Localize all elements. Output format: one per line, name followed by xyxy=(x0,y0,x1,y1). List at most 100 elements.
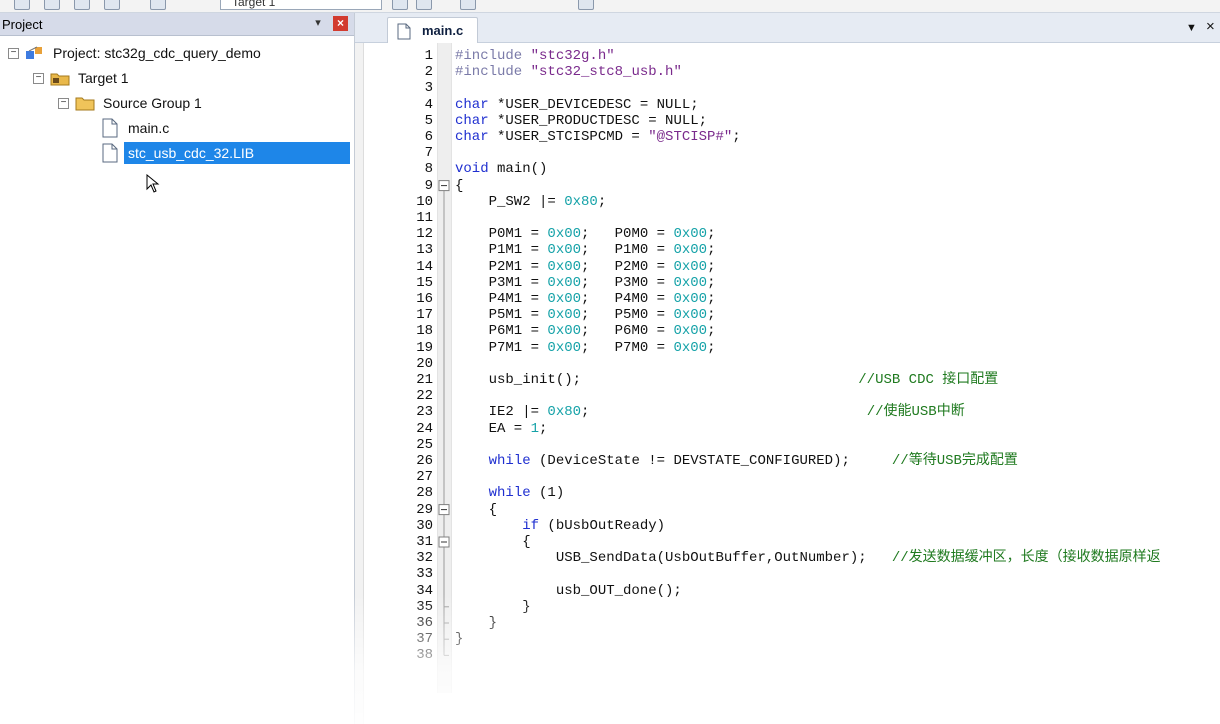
toolbar-button-extra[interactable] xyxy=(578,0,594,10)
tab-main-c[interactable]: main.c xyxy=(387,17,478,43)
tree-item-target[interactable]: − Target 1 xyxy=(0,67,354,89)
code-line[interactable]: 32 USB_SendData(UsbOutBuffer,OutNumber);… xyxy=(363,550,1220,566)
code-line[interactable]: 14 P2M1 = 0x00; P2M0 = 0x00; xyxy=(363,259,1220,275)
toolbar-button-load[interactable] xyxy=(460,0,476,10)
code-line[interactable]: 31 { xyxy=(363,534,1220,550)
code-token: ; xyxy=(707,242,716,259)
code-line[interactable]: 1 #include "stc32g.h" xyxy=(363,48,1220,64)
code-token: ; P3M0 = xyxy=(581,274,674,291)
code-line[interactable]: 9{ xyxy=(363,178,1220,194)
code-line[interactable]: 6 char *USER_STCISPCMD = "@STCISP#"; xyxy=(363,129,1220,145)
code-line[interactable]: 34 usb_OUT_done(); xyxy=(363,583,1220,599)
code-token: main() xyxy=(488,161,548,178)
code-token: ; xyxy=(707,274,716,291)
code-line[interactable]: 38 xyxy=(363,647,1220,663)
code-token: ; xyxy=(707,307,716,324)
line-number: 12 xyxy=(416,226,433,243)
line-number: 14 xyxy=(416,258,433,275)
code-text: } xyxy=(455,599,530,615)
line-number: 37 xyxy=(416,631,433,648)
toolbar-button-save[interactable] xyxy=(74,0,90,10)
collapse-toggle-icon[interactable]: − xyxy=(33,73,44,84)
code-line[interactable]: 13 P1M1 = 0x00; P1M0 = 0x00; xyxy=(363,242,1220,258)
tree-item-source-group[interactable]: − Source Group 1 xyxy=(0,92,354,114)
target-folder-icon xyxy=(50,73,70,86)
close-icon[interactable]: × xyxy=(333,16,348,31)
code-line[interactable]: 29 { xyxy=(363,502,1220,518)
code-line[interactable]: 15 P3M1 = 0x00; P3M0 = 0x00; xyxy=(363,275,1220,291)
code-line[interactable]: 5 char *USER_PRODUCTDESC = NULL; xyxy=(363,113,1220,129)
code-line[interactable]: 21 usb_init(); //USB CDC 接口配置 xyxy=(363,372,1220,388)
code-text: USB_SendData(UsbOutBuffer,OutNumber); //… xyxy=(455,550,1161,566)
code-line[interactable]: 11 xyxy=(363,210,1220,226)
code-line[interactable]: 24 EA = 1; xyxy=(363,421,1220,437)
code-line[interactable]: 25 xyxy=(363,437,1220,453)
code-line[interactable]: 10 P_SW2 |= 0x80; xyxy=(363,194,1220,210)
dropdown-icon[interactable]: ▼ xyxy=(1186,22,1197,34)
code-line[interactable]: 18 P6M1 = 0x00; P6M0 = 0x00; xyxy=(363,323,1220,339)
code-line[interactable]: 2 #include "stc32_stc8_usb.h" xyxy=(363,64,1220,80)
code-line[interactable]: 33 xyxy=(363,566,1220,582)
code-token: (1) xyxy=(530,485,565,502)
code-line[interactable]: 27 xyxy=(363,469,1220,485)
code-token: "stc32_stc8_usb.h" xyxy=(530,64,682,81)
code-token: 0x00 xyxy=(547,258,582,275)
code-text: while (DeviceState != DEVSTATE_CONFIGURE… xyxy=(455,453,1018,469)
code-token: char xyxy=(455,96,489,113)
code-line[interactable]: 3 xyxy=(363,80,1220,96)
code-line[interactable]: 19 P7M1 = 0x00; P7M0 = 0x00; xyxy=(363,340,1220,356)
code-line[interactable]: 22 xyxy=(363,388,1220,404)
code-line[interactable]: 37} xyxy=(363,631,1220,647)
toolbar-button-options[interactable] xyxy=(392,0,408,10)
toolbar-button-debug[interactable] xyxy=(150,0,166,10)
collapse-toggle-icon[interactable]: − xyxy=(58,98,69,109)
line-number: 30 xyxy=(416,517,433,534)
close-icon[interactable]: × xyxy=(1206,18,1215,35)
code-line[interactable]: 30 if (bUsbOutReady) xyxy=(363,518,1220,534)
line-number: 13 xyxy=(416,242,433,259)
code-line[interactable]: 26 while (DeviceState != DEVSTATE_CONFIG… xyxy=(363,453,1220,469)
line-number: 26 xyxy=(416,453,433,469)
code-token: *USER_PRODUCTDESC = NULL; xyxy=(488,112,708,129)
line-number: 2 xyxy=(424,64,433,81)
code-token: #include xyxy=(455,48,531,64)
code-line[interactable]: 20 xyxy=(363,356,1220,372)
code-token: { xyxy=(455,177,464,194)
code-line[interactable]: 12 P0M1 = 0x00; P0M0 = 0x00; xyxy=(363,226,1220,242)
tree-item-project[interactable]: − Project: stc32g_cdc_query_demo xyxy=(0,42,354,64)
code-line[interactable]: 17 P5M1 = 0x00; P5M0 = 0x00; xyxy=(363,307,1220,323)
code-token: *USER_DEVICEDESC = NULL; xyxy=(488,96,699,113)
collapse-toggle-icon[interactable]: − xyxy=(8,48,19,59)
code-token: ; xyxy=(732,129,741,145)
code-line[interactable]: 35 } xyxy=(363,599,1220,615)
toolbar-button-manage[interactable] xyxy=(416,0,432,10)
code-token: P5M1 = xyxy=(455,307,548,324)
code-line[interactable]: 23 IE2 |= 0x80; //使能USB中断 xyxy=(363,404,1220,420)
toolbar-button-build[interactable] xyxy=(104,0,120,10)
pin-icon[interactable]: ▾ xyxy=(312,17,324,30)
cursor-icon xyxy=(146,174,160,193)
tree-item-label: Target 1 xyxy=(78,70,129,86)
code-token: 0x00 xyxy=(547,291,582,307)
code-token: P7M1 = xyxy=(455,339,548,356)
toolbar-button-new[interactable] xyxy=(14,0,30,10)
code-token: #include xyxy=(455,64,531,81)
code-text: void main() xyxy=(455,161,547,177)
code-token: 0x80 xyxy=(547,404,582,421)
code-line[interactable]: 4 char *USER_DEVICEDESC = NULL; xyxy=(363,97,1220,113)
code-text: char *USER_PRODUCTDESC = NULL; xyxy=(455,113,707,129)
code-token: 1 xyxy=(530,420,540,437)
code-line[interactable]: 16 P4M1 = 0x00; P4M0 = 0x00; xyxy=(363,291,1220,307)
code-text: char *USER_STCISPCMD = "@STCISP#"; xyxy=(455,129,741,145)
code-line[interactable]: 36 } xyxy=(363,615,1220,631)
main-toolbar: Target 1 xyxy=(0,0,1220,13)
code-text: char *USER_DEVICEDESC = NULL; xyxy=(455,97,699,113)
code-line[interactable]: 28 while (1) xyxy=(363,485,1220,501)
tree-item-file-main[interactable]: main.c xyxy=(0,117,354,139)
code-line[interactable]: 8 void main() xyxy=(363,161,1220,177)
toolbar-button-open[interactable] xyxy=(44,0,60,10)
tree-item-file-lib[interactable]: stc_usb_cdc_32.LIB xyxy=(0,142,354,164)
code-token: IE2 |= xyxy=(455,404,548,421)
code-line[interactable]: 7 xyxy=(363,145,1220,161)
